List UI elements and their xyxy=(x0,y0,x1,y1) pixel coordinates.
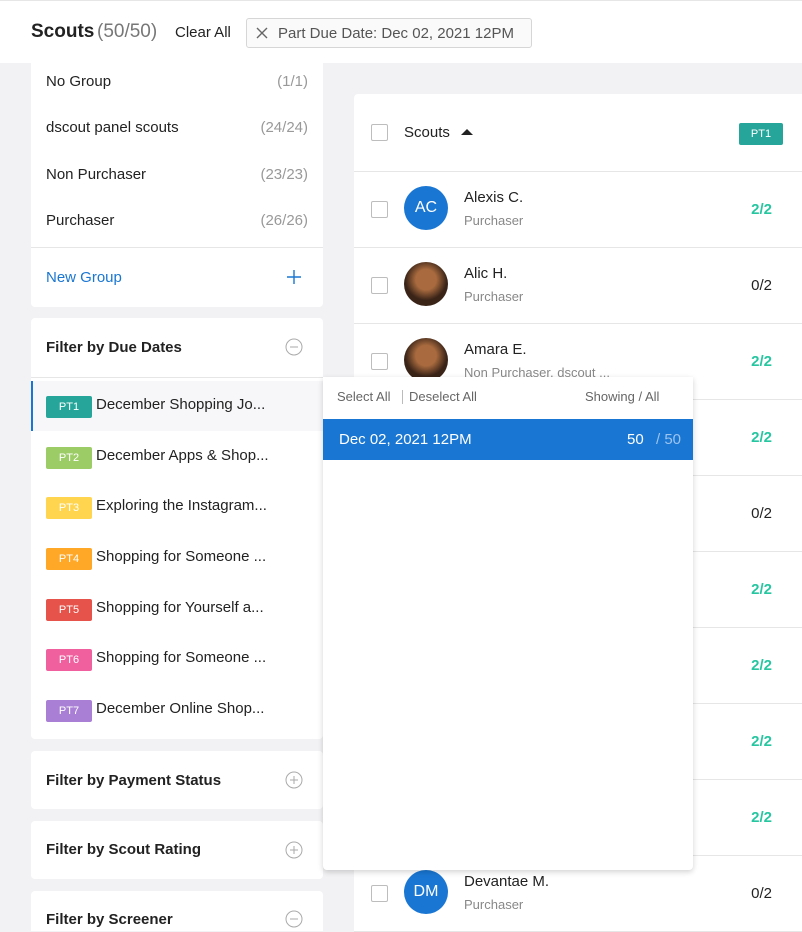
column-header-scouts[interactable]: Scouts xyxy=(404,124,450,141)
deselect-all-link[interactable]: Deselect All xyxy=(409,389,477,404)
filter-chip-label: Part Due Date: Dec 02, 2021 12PM xyxy=(278,25,514,42)
scout-count: (50/50) xyxy=(97,21,158,42)
part-item[interactable]: PT1 December Shopping Jo... xyxy=(31,381,323,431)
part-name: December Apps & Shop... xyxy=(96,447,269,464)
avatar: AC xyxy=(404,186,448,230)
part-item[interactable]: PT4 Shopping for Someone ... xyxy=(31,533,323,583)
part-name: Shopping for Yourself a... xyxy=(96,599,264,616)
due-dates-filter: Filter by Due Dates PT1 December Shoppin… xyxy=(31,318,323,739)
row-checkbox[interactable] xyxy=(371,201,388,218)
part-completion: 2/2 xyxy=(751,657,772,674)
due-date-option[interactable]: Dec 02, 2021 12PM 50 / 50 xyxy=(323,419,693,460)
payment-status-filter[interactable]: Filter by Payment Status xyxy=(31,751,323,809)
part-completion: 2/2 xyxy=(751,581,772,598)
collapse-icon[interactable] xyxy=(285,338,303,356)
part-name: Shopping for Someone ... xyxy=(96,649,267,666)
option-date: Dec 02, 2021 12PM xyxy=(339,431,472,448)
part-badge: PT2 xyxy=(46,447,92,469)
part-completion: 2/2 xyxy=(751,809,772,826)
group-count: (1/1) xyxy=(277,73,308,90)
part-badge: PT1 xyxy=(46,396,92,418)
filter-chip[interactable]: Part Due Date: Dec 02, 2021 12PM xyxy=(246,18,532,48)
part-completion: 0/2 xyxy=(751,885,772,902)
part-item[interactable]: PT6 Shopping for Someone ... xyxy=(31,634,323,684)
group-item[interactable]: Purchaser (26/26) xyxy=(31,202,323,248)
group-count: (26/26) xyxy=(260,212,308,229)
avatar: DM xyxy=(404,870,448,914)
part-item[interactable]: PT5 Shopping for Yourself a... xyxy=(31,584,323,634)
scout-name[interactable]: Alic H. xyxy=(464,265,507,282)
avatar xyxy=(404,338,448,382)
part-badge: PT4 xyxy=(46,548,92,570)
part-item[interactable]: PT7 December Online Shop... xyxy=(31,685,323,735)
group-item[interactable]: dscout panel scouts (24/24) xyxy=(31,109,323,155)
part-item[interactable]: PT3 Exploring the Instagram... xyxy=(31,482,323,532)
plus-icon[interactable] xyxy=(285,268,303,286)
table-header: Scouts PT1 xyxy=(354,94,802,172)
expand-icon[interactable] xyxy=(285,841,303,859)
part-completion: 2/2 xyxy=(751,733,772,750)
part-completion: 0/2 xyxy=(751,277,772,294)
part-badge: PT7 xyxy=(46,700,92,722)
table-row[interactable]: Alic H. Purchaser 0/2 xyxy=(354,248,802,324)
part-completion: 2/2 xyxy=(751,429,772,446)
section-title: Filter by Payment Status xyxy=(46,772,222,789)
new-group-link[interactable]: New Group xyxy=(46,269,122,286)
scout-group: Purchaser xyxy=(464,897,524,912)
section-title: Filter by Screener xyxy=(46,911,173,928)
table-row[interactable]: AC Alexis C. Purchaser 2/2 xyxy=(354,172,802,248)
part-item[interactable]: PT2 December Apps & Shop... xyxy=(31,432,323,482)
part-completion: 2/2 xyxy=(751,353,772,370)
showing-all-label: Showing / All xyxy=(585,389,660,404)
expand-icon[interactable] xyxy=(285,771,303,789)
section-title: Filter by Due Dates xyxy=(46,339,182,356)
group-name: Purchaser xyxy=(46,212,115,229)
collapse-icon[interactable] xyxy=(285,910,303,928)
scout-rating-filter[interactable]: Filter by Scout Rating xyxy=(31,821,323,879)
row-checkbox[interactable] xyxy=(371,277,388,294)
sort-ascending-icon[interactable] xyxy=(461,129,473,135)
group-item[interactable]: Non Purchaser (23/23) xyxy=(31,156,323,202)
part-name: Exploring the Instagram... xyxy=(96,497,267,514)
scout-name[interactable]: Devantae M. xyxy=(464,873,549,890)
group-name: Non Purchaser xyxy=(46,166,147,183)
clear-all-button[interactable]: Clear All xyxy=(175,24,231,41)
page-title: Scouts xyxy=(31,21,95,42)
divider xyxy=(402,390,403,404)
divider xyxy=(31,377,323,378)
part-badge: PT5 xyxy=(46,599,92,621)
part-completion: 2/2 xyxy=(751,201,772,218)
option-showing-count: 50 xyxy=(627,431,644,448)
part-badge: PT6 xyxy=(46,649,92,671)
part-column-badge: PT1 xyxy=(739,123,783,145)
screener-filter[interactable]: Filter by Screener xyxy=(31,891,323,931)
scout-group: Purchaser xyxy=(464,213,524,228)
avatar xyxy=(404,262,448,306)
scout-name[interactable]: Alexis C. xyxy=(464,189,523,206)
due-date-dropdown: Select All Deselect All Showing / All De… xyxy=(323,377,693,870)
part-name: December Online Shop... xyxy=(96,700,265,717)
group-item[interactable]: No Group (1/1) xyxy=(31,63,323,109)
row-checkbox[interactable] xyxy=(371,353,388,370)
scout-name[interactable]: Amara E. xyxy=(464,341,527,358)
group-name: No Group xyxy=(46,73,112,90)
groups-panel: No Group (1/1) dscout panel scouts (24/2… xyxy=(31,63,323,307)
select-all-link[interactable]: Select All xyxy=(337,389,390,404)
part-name: Shopping for Someone ... xyxy=(96,548,267,565)
part-name: December Shopping Jo... xyxy=(96,396,266,413)
group-count: (23/23) xyxy=(260,166,308,183)
group-name: dscout panel scouts xyxy=(46,119,179,136)
option-total-count: / 50 xyxy=(656,431,682,448)
close-icon[interactable] xyxy=(255,26,269,40)
section-title: Filter by Scout Rating xyxy=(46,841,202,858)
part-completion: 0/2 xyxy=(751,505,772,522)
select-all-checkbox[interactable] xyxy=(371,124,388,141)
group-count: (24/24) xyxy=(260,119,308,136)
top-bar: Scouts (50/50) Clear All Part Due Date: … xyxy=(0,0,802,63)
scout-group: Purchaser xyxy=(464,289,524,304)
part-badge: PT3 xyxy=(46,497,92,519)
row-checkbox[interactable] xyxy=(371,885,388,902)
divider xyxy=(31,247,323,248)
